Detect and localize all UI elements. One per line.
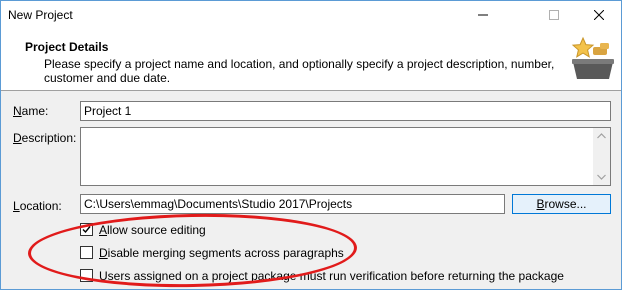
name-label: Name:: [13, 104, 49, 118]
maximize-button[interactable]: [532, 1, 576, 30]
header-title: Project Details: [25, 40, 109, 54]
minimize-icon: [478, 14, 488, 16]
title-bar[interactable]: New Project: [1, 1, 621, 31]
project-details-header: Project Details Please specify a project…: [1, 31, 621, 91]
close-icon: [594, 10, 604, 20]
description-textarea[interactable]: [80, 127, 611, 186]
header-description: Please specify a project name and locati…: [44, 57, 555, 85]
browse-button[interactable]: Browse...: [512, 194, 611, 214]
new-project-dialog: New Project Project Details Please speci…: [0, 0, 622, 290]
description-label: Description:: [13, 131, 77, 145]
project-name-input[interactable]: Project 1: [80, 101, 611, 121]
window-title: New Project: [8, 8, 73, 22]
location-input[interactable]: C:\Users\emmag\Documents\Studio 2017\Pro…: [80, 194, 505, 214]
location-label: Location:: [13, 199, 62, 213]
scroll-up-arrow-icon[interactable]: [597, 133, 606, 139]
minimize-button[interactable]: [461, 1, 505, 30]
description-scrollbar[interactable]: [593, 128, 610, 185]
project-star-icon: [571, 36, 614, 79]
maximize-icon: [549, 10, 559, 20]
close-button[interactable]: [577, 1, 621, 30]
scroll-down-arrow-icon[interactable]: [597, 174, 606, 180]
